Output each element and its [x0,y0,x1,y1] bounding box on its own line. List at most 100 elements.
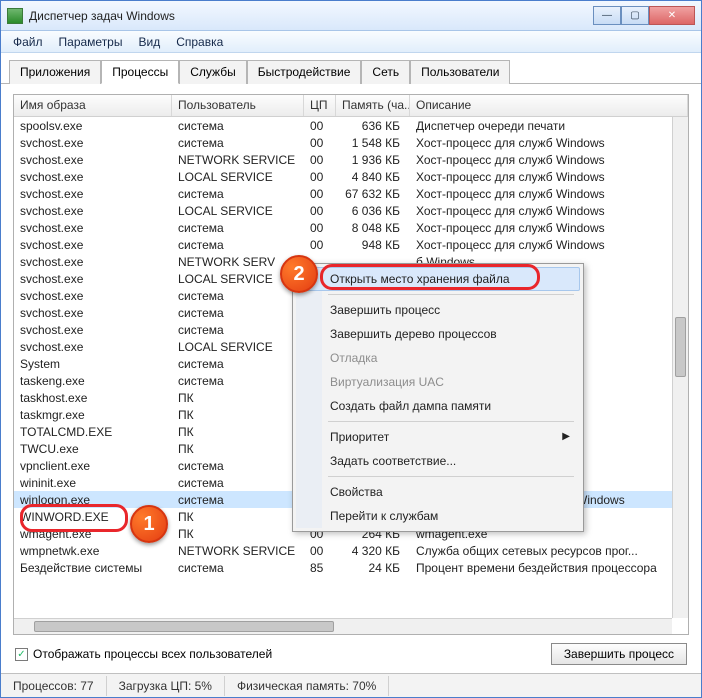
separator [328,476,574,477]
cell-user: ПК [172,526,304,542]
menu-view[interactable]: Вид [130,33,168,51]
col-image[interactable]: Имя образа [14,95,172,116]
cell-img: System [14,356,172,372]
end-process-button[interactable]: Завершить процесс [551,643,687,665]
cell-img: svchost.exe [14,271,172,287]
table-row[interactable]: svchost.exeсистема00948 КБХост-процесс д… [14,236,672,253]
cell-desc: Служба общих сетевых ресурсов прог... [410,543,672,559]
menu-options[interactable]: Параметры [51,33,131,51]
cell-user: система [172,373,304,389]
separator [328,421,574,422]
separator [328,294,574,295]
col-description[interactable]: Описание [410,95,688,116]
cell-mem: 948 КБ [336,237,410,253]
tab-performance[interactable]: Быстродействие [247,60,362,84]
cell-mem: 4 840 КБ [336,169,410,185]
cell-img: wmpnetwk.exe [14,543,172,559]
menu-file[interactable]: Файл [5,33,51,51]
cell-cpu: 00 [304,118,336,134]
horizontal-scrollbar[interactable] [14,618,672,634]
ctx-open-file-location[interactable]: Открыть место хранения файла [296,267,580,291]
checkbox-icon: ✓ [15,648,28,661]
cell-user: система [172,492,304,508]
callout-1: 1 [130,505,168,543]
ctx-priority[interactable]: Приоритет▶ [296,425,580,449]
cell-user: ПК [172,424,304,440]
minimize-button[interactable]: — [593,6,621,25]
maximize-button[interactable]: ▢ [621,6,649,25]
col-user[interactable]: Пользователь [172,95,304,116]
table-row[interactable]: svchost.exeсистема001 548 КБХост-процесс… [14,134,672,151]
cell-user: LOCAL SERVICE [172,169,304,185]
cell-mem: 6 036 КБ [336,203,410,219]
cell-desc: Хост-процесс для служб Windows [410,203,672,219]
cell-cpu: 00 [304,152,336,168]
cell-user: система [172,356,304,372]
table-header: Имя образа Пользователь ЦП Память (ча...… [14,95,688,117]
table-row[interactable]: svchost.exeNETWORK SERVICE001 936 КБХост… [14,151,672,168]
app-icon [7,8,23,24]
ctx-end-process[interactable]: Завершить процесс [296,298,580,322]
ctx-properties[interactable]: Свойства [296,480,580,504]
cell-img: svchost.exe [14,339,172,355]
scroll-thumb[interactable] [675,317,686,377]
tab-applications[interactable]: Приложения [9,60,101,84]
cell-img: vpnclient.exe [14,458,172,474]
titlebar[interactable]: Диспетчер задач Windows — ▢ ✕ [1,1,701,31]
cell-mem: 1 936 КБ [336,152,410,168]
scroll-thumb[interactable] [34,621,334,632]
table-row[interactable]: svchost.exeLOCAL SERVICE006 036 КБХост-п… [14,202,672,219]
cell-img: svchost.exe [14,152,172,168]
ctx-end-process-tree[interactable]: Завершить дерево процессов [296,322,580,346]
col-cpu[interactable]: ЦП [304,95,336,116]
tab-network[interactable]: Сеть [361,60,410,84]
ctx-set-affinity[interactable]: Задать соответствие... [296,449,580,473]
cell-mem: 24 КБ [336,560,410,576]
col-memory[interactable]: Память (ча... [336,95,410,116]
ctx-debug[interactable]: Отладка [296,346,580,370]
cell-user: NETWORK SERVICE [172,543,304,559]
window-title: Диспетчер задач Windows [29,9,593,23]
tabs: Приложения Процессы Службы Быстродействи… [1,53,701,84]
cell-img: taskmgr.exe [14,407,172,423]
cell-img: spoolsv.exe [14,118,172,134]
cell-img: taskeng.exe [14,373,172,389]
cell-desc: Хост-процесс для служб Windows [410,186,672,202]
cell-img: svchost.exe [14,186,172,202]
statusbar: Процессов: 77 Загрузка ЦП: 5% Физическая… [1,673,701,697]
status-memory: Физическая память: 70% [225,676,389,696]
table-row[interactable]: wmpnetwk.exeNETWORK SERVICE004 320 КБСлу… [14,542,672,559]
tab-users[interactable]: Пользователи [410,60,510,84]
cell-user: система [172,560,304,576]
show-all-users-checkbox[interactable]: ✓ Отображать процессы всех пользователей [15,647,272,661]
cell-desc: Хост-процесс для служб Windows [410,169,672,185]
cell-user: LOCAL SERVICE [172,203,304,219]
cell-img: svchost.exe [14,288,172,304]
ctx-goto-services[interactable]: Перейти к службам [296,504,580,528]
close-button[interactable]: ✕ [649,6,695,25]
ctx-create-dump[interactable]: Создать файл дампа памяти [296,394,580,418]
tab-processes[interactable]: Процессы [101,60,179,84]
tab-services[interactable]: Службы [179,60,246,84]
table-row[interactable]: svchost.exeсистема008 048 КБХост-процесс… [14,219,672,236]
below-table: ✓ Отображать процессы всех пользователей… [13,635,689,665]
cell-img: svchost.exe [14,203,172,219]
table-row[interactable]: svchost.exeсистема0067 632 КБХост-процес… [14,185,672,202]
vertical-scrollbar[interactable] [672,117,688,618]
cell-img: svchost.exe [14,169,172,185]
table-row[interactable]: svchost.exeLOCAL SERVICE004 840 КБХост-п… [14,168,672,185]
cell-user: система [172,322,304,338]
cell-user: ПК [172,407,304,423]
cell-user: система [172,237,304,253]
table-row[interactable]: spoolsv.exeсистема00636 КБДиспетчер очер… [14,117,672,134]
ctx-uac-virtualization[interactable]: Виртуализация UAC [296,370,580,394]
menu-help[interactable]: Справка [168,33,231,51]
cell-mem: 636 КБ [336,118,410,134]
table-row[interactable]: Бездействие системысистема8524 КБПроцент… [14,559,672,576]
cell-img: TWCU.exe [14,441,172,457]
cell-user: система [172,475,304,491]
cell-desc: Хост-процесс для служб Windows [410,237,672,253]
cell-desc: Хост-процесс для служб Windows [410,152,672,168]
cell-img: svchost.exe [14,305,172,321]
cell-user: система [172,135,304,151]
